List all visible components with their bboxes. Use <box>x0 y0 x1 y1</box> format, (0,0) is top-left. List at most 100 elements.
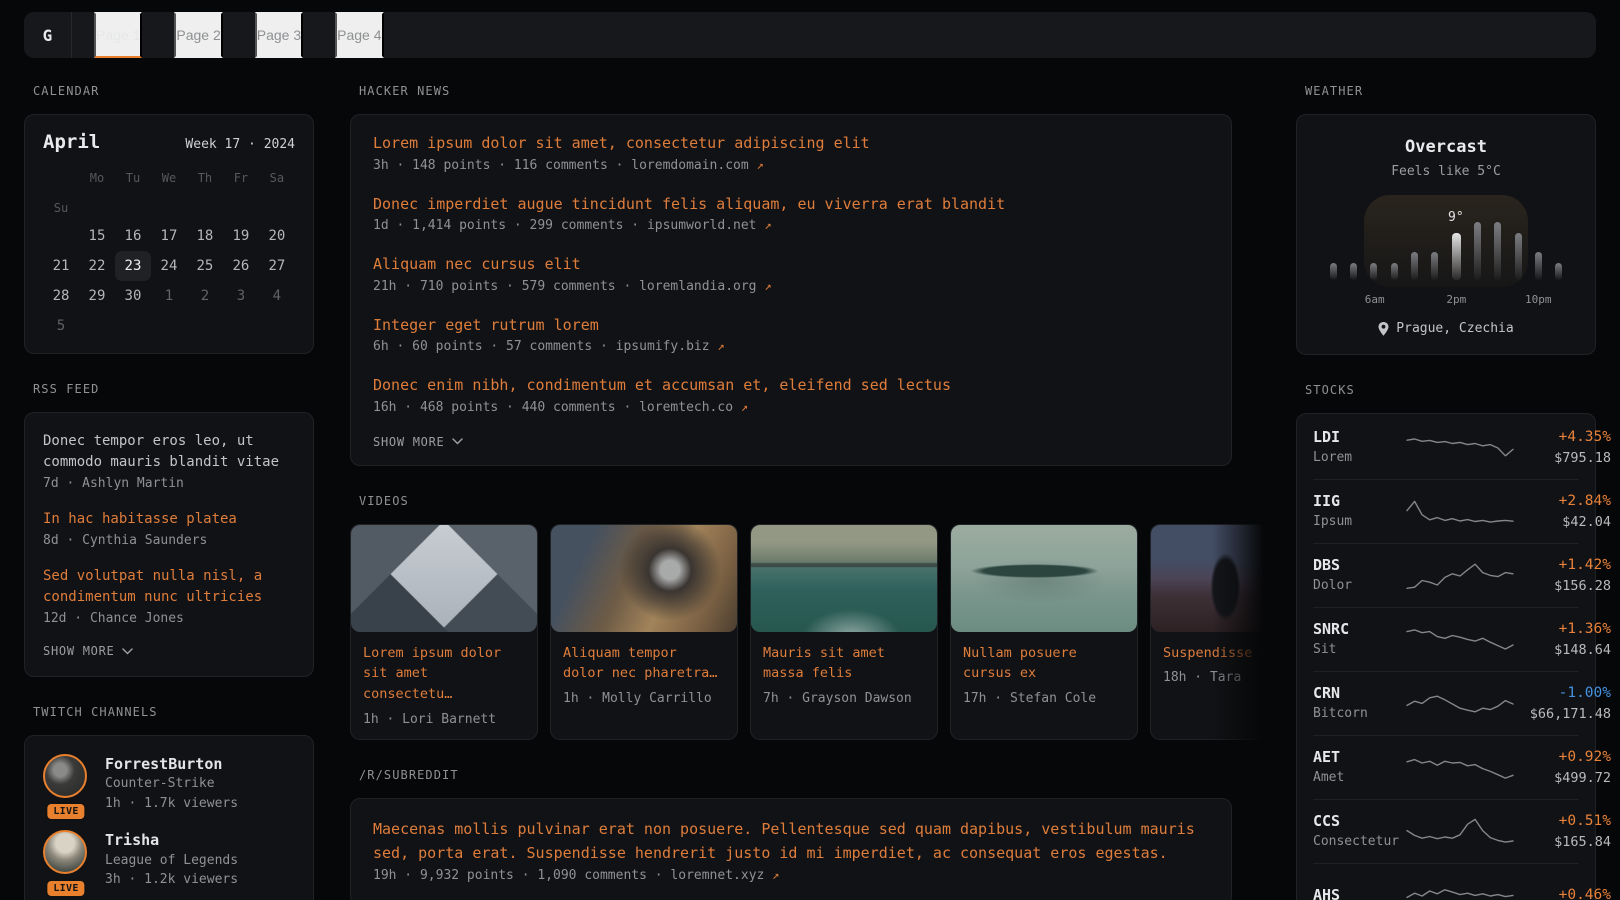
app-logo[interactable]: G <box>24 12 72 58</box>
stock-row: DBS Dolor +1.42% $156.28 <box>1313 544 1579 608</box>
stock-name: Amet <box>1313 769 1405 788</box>
calendar-day: 3 <box>223 281 259 311</box>
reddit-post-title[interactable]: Maecenas mollis pulvinar erat non posuer… <box>373 817 1209 865</box>
live-badge: LIVE <box>45 802 86 821</box>
channel-name[interactable]: ForrestBurton <box>105 754 238 774</box>
reddit-post-stats: 19h · 9,932 points · 1,090 comments · <box>373 868 670 883</box>
weekday-header: We <box>151 165 187 191</box>
video-thumbnail[interactable] <box>751 525 937 632</box>
weekday-header: Fr <box>223 165 259 191</box>
rss-item-title[interactable]: Donec tempor eros leo, ut commodo mauris… <box>43 431 295 473</box>
stock-name: Consectetur <box>1313 833 1405 852</box>
calendar-day: 18 <box>187 221 223 251</box>
weekday-header: Mo <box>79 165 115 191</box>
stock-symbol: IIG <box>1313 491 1405 513</box>
hn-item-title[interactable]: Aliquam nec cursus elit <box>373 253 1209 276</box>
stocks-section: STOCKS LDI Lorem +4.35% <box>1296 383 1596 900</box>
nav-tab[interactable]: Page 3 <box>255 12 303 58</box>
channel-name[interactable]: Trisha <box>105 830 238 850</box>
twitch-channel[interactable]: LIVE ForrestBurton Counter-Strike 1h · 1… <box>43 754 295 813</box>
stock-values: +0.51% $165.84 <box>1515 811 1611 852</box>
stock-name: Lorem <box>1313 449 1405 468</box>
stock-values: +0.46% <box>1515 885 1611 900</box>
video-title[interactable]: Mauris sit amet massa felis <box>763 643 925 685</box>
weekday-header: Tu <box>115 165 151 191</box>
reddit-section-title: /R/SUBREDDIT <box>359 768 1232 782</box>
hn-item-meta: 16h · 468 points · 440 comments · loremt… <box>373 400 1209 415</box>
reddit-post-domain[interactable]: loremnet.xyz <box>670 868 764 883</box>
calendar-weekday-row: MoTuWeThFrSaSu <box>43 165 295 221</box>
rss-list: Donec tempor eros leo, ut commodo mauris… <box>43 431 295 626</box>
calendar-day-grid: 1516171819202122232425262728293012345 <box>43 221 295 341</box>
nav-tab[interactable]: Page 1 <box>94 12 142 58</box>
stock-row: AHS +0.46% <box>1313 864 1579 900</box>
hn-item-meta: 6h · 60 points · 57 comments · ipsumify.… <box>373 339 1209 354</box>
avatar-wrapper: LIVE <box>43 754 89 813</box>
video-title[interactable]: Lorem ipsum dolor sit amet consectetu… <box>363 643 525 706</box>
stock-change: +4.35% <box>1515 427 1611 448</box>
video-thumbnail[interactable] <box>351 525 537 632</box>
video-card[interactable]: Aliquam tempor dolor nec pharetra… 1h · … <box>550 524 738 741</box>
hn-item-title[interactable]: Donec enim nibh, condimentum et accumsan… <box>373 374 1209 397</box>
hn-item-domain[interactable]: loremlandia.org <box>639 279 756 294</box>
stock-sparkline <box>1405 687 1515 721</box>
stock-symbol: SNRC <box>1313 619 1405 641</box>
rss-item-title[interactable]: In hac habitasse platea <box>43 509 295 530</box>
nav-tab[interactable]: Page 4 <box>335 12 383 58</box>
weather-section: WEATHER Overcast Feels like 5°C 9° 6am 2… <box>1296 84 1596 355</box>
page-tabs: Page 1 Page 2 Page 3 Page 4 <box>72 12 384 58</box>
stock-sparkline <box>1405 815 1515 849</box>
hn-item-domain[interactable]: ipsumify.biz <box>616 339 710 354</box>
twitch-channel[interactable]: LIVE Trisha League of Legends 3h · 1.2k … <box>43 830 295 889</box>
videos-section-title: VIDEOS <box>359 494 1232 508</box>
stock-symbol: LDI <box>1313 427 1405 449</box>
video-thumbnail[interactable] <box>1151 525 1268 632</box>
hn-item-title[interactable]: Integer eget rutrum lorem <box>373 314 1209 337</box>
rss-item-title[interactable]: Sed volutpat nulla nisl, a condimentum n… <box>43 566 295 608</box>
stock-price: $165.84 <box>1515 832 1611 852</box>
stock-row: SNRC Sit +1.36% $148.64 <box>1313 608 1579 672</box>
stock-name: Dolor <box>1313 577 1405 596</box>
left-column: CALENDAR April Week 17 · 2024 MoTuWeThFr… <box>24 84 314 900</box>
video-card[interactable]: Nullam posuere cursus ex 17h · Stefan Co… <box>950 524 1138 741</box>
video-card[interactable]: Mauris sit amet massa felis 7h · Grayson… <box>750 524 938 741</box>
stock-identity: LDI Lorem <box>1313 427 1405 468</box>
stock-price: $795.18 <box>1515 448 1611 468</box>
twitch-widget: LIVE ForrestBurton Counter-Strike 1h · 1… <box>24 735 314 900</box>
nav-tab[interactable]: Page 2 <box>174 12 222 58</box>
stock-identity: AET Amet <box>1313 747 1405 788</box>
video-title[interactable]: Aliquam tempor dolor nec pharetra… <box>563 643 725 685</box>
stock-values: +1.42% $156.28 <box>1515 555 1611 596</box>
stock-change: +0.92% <box>1515 747 1611 768</box>
hn-item: Donec enim nibh, condimentum et accumsan… <box>373 374 1209 415</box>
hn-item-title[interactable]: Lorem ipsum dolor sit amet, consectetur … <box>373 132 1209 155</box>
video-card[interactable]: Suspendisse diam 18h · Tara <box>1150 524 1268 741</box>
video-title[interactable]: Suspendisse diam <box>1163 643 1268 664</box>
hn-item-title[interactable]: Donec imperdiet augue tincidunt felis al… <box>373 193 1209 216</box>
stock-sparkline-wrap <box>1405 687 1515 721</box>
video-thumbnail[interactable] <box>551 525 737 632</box>
hn-item-domain[interactable]: loremdomain.com <box>631 158 748 173</box>
video-card[interactable]: Lorem ipsum dolor sit amet consectetu… 1… <box>350 524 538 741</box>
calendar-day: 30 <box>115 281 151 311</box>
hn-item: Lorem ipsum dolor sit amet, consectetur … <box>373 132 1209 173</box>
show-more-label: SHOW MORE <box>43 644 115 658</box>
weather-bars <box>1323 195 1569 280</box>
stock-symbol: CRN <box>1313 683 1405 705</box>
video-meta: 17h · Stefan Cole <box>963 691 1125 706</box>
video-thumbnail[interactable] <box>951 525 1137 632</box>
chevron-down-icon <box>452 438 463 445</box>
hn-item-domain[interactable]: loremtech.co <box>639 400 733 415</box>
reddit-post: Maecenas mollis pulvinar erat non posuer… <box>373 817 1209 883</box>
video-title[interactable]: Nullam posuere cursus ex <box>963 643 1125 685</box>
hackernews-list: Lorem ipsum dolor sit amet, consectetur … <box>373 132 1209 415</box>
stock-sparkline <box>1405 751 1515 785</box>
stock-sparkline-wrap <box>1405 879 1515 900</box>
hn-item-stats: 3h · 148 points · 116 comments · <box>373 158 631 173</box>
external-link-icon: ↗ <box>741 400 748 414</box>
hn-item-domain[interactable]: ipsumworld.net <box>647 218 757 233</box>
rss-show-more-button[interactable]: SHOW MORE <box>43 644 133 658</box>
calendar-week-year: Week 17 · 2024 <box>185 137 295 152</box>
hn-show-more-button[interactable]: SHOW MORE <box>373 435 463 449</box>
weekday-header: Sa <box>259 165 295 191</box>
